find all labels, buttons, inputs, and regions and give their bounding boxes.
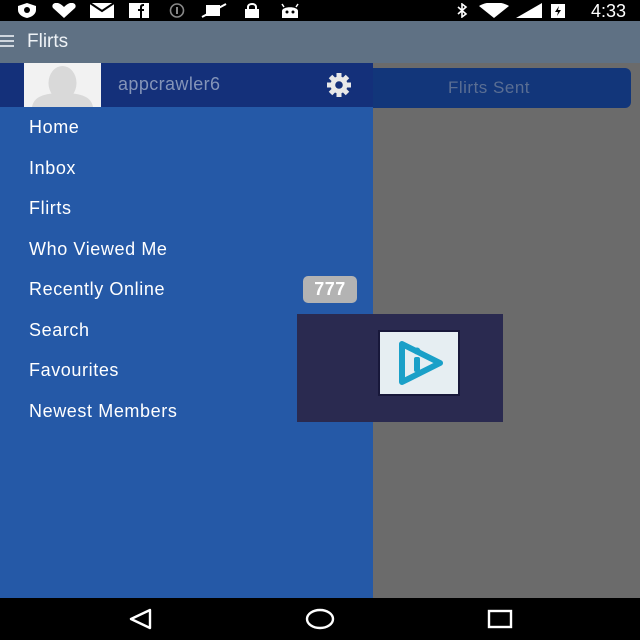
ad-overlay[interactable] — [297, 314, 503, 422]
heart-icon — [52, 3, 76, 18]
drawer-item-label: Favourites — [29, 360, 120, 380]
drawer-item-label: Newest Members — [29, 400, 178, 421]
drawer-item-label: Home — [29, 117, 80, 137]
drawer-item-who-viewed-me[interactable]: Who Viewed Me — [0, 229, 373, 270]
shield-icon — [18, 3, 36, 18]
android-icon — [281, 3, 299, 18]
facebook-icon — [129, 3, 149, 18]
battery-charging-icon — [551, 4, 565, 18]
avatar[interactable] — [24, 63, 101, 107]
drawer-item-label: Search — [29, 319, 90, 340]
drawer-item-label: Who Viewed Me — [29, 238, 168, 259]
system-nav-bar — [0, 598, 640, 640]
play-logo-graphic — [399, 341, 443, 385]
hamburger-icon[interactable] — [0, 35, 16, 49]
username[interactable]: appcrawler6 — [118, 74, 220, 95]
status-bar: 4:33 — [0, 0, 640, 21]
drawer-item-recently-online[interactable]: Recently Online 777 — [0, 269, 373, 310]
signal-icon — [516, 3, 542, 18]
drawer-item-label: Inbox — [29, 157, 77, 178]
drawer-header: appcrawler6 — [0, 63, 373, 107]
page-title: Flirts — [27, 31, 69, 52]
tab-flirts-sent[interactable]: Flirts Sent — [347, 68, 631, 108]
avatar-silhouette-icon — [24, 63, 101, 107]
count-badge: 777 — [303, 276, 357, 303]
wifi-icon — [479, 3, 509, 18]
app-bar: Flirts — [0, 21, 640, 63]
no-sim-icon — [201, 3, 227, 18]
mail-icon — [90, 3, 114, 18]
lock-icon — [245, 3, 259, 18]
drawer-item-home[interactable]: Home — [0, 107, 373, 148]
drawer-item-inbox[interactable]: Inbox — [0, 148, 373, 189]
drawer-item-label: Flirts — [29, 198, 72, 218]
gear-icon[interactable] — [322, 72, 356, 98]
back-icon[interactable] — [126, 607, 156, 631]
status-time: 4:33 — [590, 1, 626, 21]
home-icon[interactable] — [304, 607, 336, 631]
recents-icon[interactable] — [485, 607, 515, 631]
drawer-item-flirts[interactable]: Flirts — [0, 188, 373, 229]
drawer-item-label: Recently Online — [29, 279, 166, 299]
info-icon — [169, 3, 185, 18]
play-logo-icon — [378, 330, 460, 396]
bluetooth-icon — [457, 3, 468, 18]
